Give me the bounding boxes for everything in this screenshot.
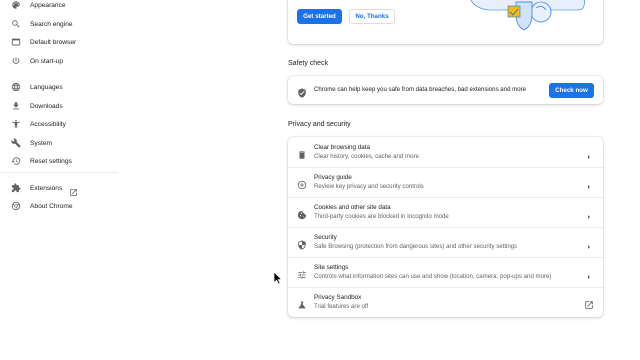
palette-icon <box>11 0 21 10</box>
row-title: Cookies and other site data <box>314 204 391 211</box>
shield-icon <box>297 237 307 250</box>
privacy-guide-row[interactable]: Privacy guide Review key privacy and sec… <box>288 167 603 197</box>
row-subtitle: Safe Browsing (protection from dangerous… <box>314 243 518 250</box>
security-row[interactable]: Security Safe Browsing (protection from … <box>288 227 603 257</box>
chevron-right-icon <box>585 238 593 249</box>
sidebar-item-label: Downloads <box>30 102 63 110</box>
sidebar-item-label: Extensions <box>30 184 63 192</box>
safety-check-description: Chrome can help keep you safe from data … <box>314 86 527 93</box>
sidebar-item-label: Languages <box>30 83 63 91</box>
power-icon <box>11 56 21 66</box>
sidebar-item-label: Appearance <box>30 1 66 9</box>
sidebar: Appearance Search engine Default browser… <box>0 0 120 360</box>
cookies-row[interactable]: Cookies and other site data Third-party … <box>288 197 603 227</box>
row-title: Site settings <box>314 264 349 271</box>
sidebar-item-label: Default browser <box>30 38 77 46</box>
row-title: Privacy guide <box>314 174 352 181</box>
sidebar-item-system[interactable]: System <box>0 134 118 152</box>
sidebar-item-label: On start-up <box>30 57 63 65</box>
mouse-cursor-icon <box>273 271 283 285</box>
trash-icon <box>297 147 307 159</box>
privacy-illustration <box>470 0 585 31</box>
row-title: Security <box>314 234 337 241</box>
compass-icon <box>297 177 307 190</box>
safety-check-heading: Safety check <box>288 60 329 67</box>
sidebar-item-search-engine[interactable]: Search engine <box>0 15 118 33</box>
row-title: Privacy Sandbox <box>314 294 362 301</box>
sidebar-item-downloads[interactable]: Downloads <box>0 97 118 115</box>
get-started-button[interactable]: Get started <box>297 9 342 24</box>
chevron-right-icon <box>585 148 593 159</box>
browser-icon <box>11 37 21 47</box>
sidebar-item-label: System <box>30 139 52 147</box>
clear-browsing-data-row[interactable]: Clear browsing data Clear history, cooki… <box>288 137 603 167</box>
row-subtitle: Review key privacy and security controls <box>314 183 424 190</box>
sidebar-item-languages[interactable]: Languages <box>0 78 118 96</box>
chevron-right-icon <box>585 208 593 219</box>
row-subtitle: Clear history, cookies, cache and more <box>314 153 419 160</box>
privacy-sandbox-row[interactable]: Privacy Sandbox Trial features are off <box>288 287 603 317</box>
row-title: Clear browsing data <box>314 144 371 151</box>
sidebar-item-about-chrome[interactable]: About Chrome <box>0 197 118 215</box>
chevron-right-icon <box>585 178 593 189</box>
globe-icon <box>11 82 21 92</box>
shield-check-icon <box>297 85 307 98</box>
sidebar-item-extensions[interactable]: Extensions <box>0 179 118 197</box>
privacy-security-heading: Privacy and security <box>288 121 351 128</box>
sidebar-item-default-browser[interactable]: Default browser <box>0 33 118 51</box>
row-subtitle: Trial features are off <box>314 303 369 310</box>
sidebar-item-label: Reset settings <box>30 157 72 165</box>
sidebar-item-appearance[interactable]: Appearance <box>0 0 118 14</box>
download-icon <box>11 101 21 111</box>
row-subtitle: Third-party cookies are blocked in Incog… <box>314 213 449 220</box>
puzzle-icon <box>11 183 21 193</box>
row-subtitle: Controls what information sites can use … <box>314 273 552 280</box>
site-settings-row[interactable]: Site settings Controls what information … <box>288 257 603 287</box>
chrome-icon <box>11 201 21 211</box>
sidebar-divider <box>0 172 118 173</box>
open-in-new-icon <box>584 297 594 309</box>
accessibility-icon <box>11 119 21 129</box>
cookie-icon <box>297 207 307 220</box>
flask-icon <box>297 297 307 309</box>
sidebar-item-label: Search engine <box>30 20 73 28</box>
sidebar-item-label: About Chrome <box>30 202 73 210</box>
check-now-button[interactable]: Check now <box>549 83 594 98</box>
no-thanks-button[interactable]: No, Thanks <box>349 9 395 24</box>
sidebar-item-label: Accessibility <box>30 120 66 128</box>
open-in-new-icon <box>69 184 78 196</box>
wrench-icon <box>11 138 21 148</box>
search-icon <box>11 19 21 29</box>
chevron-right-icon <box>585 268 593 279</box>
sidebar-item-reset-settings[interactable]: Reset settings <box>0 152 118 170</box>
history-icon <box>11 156 21 166</box>
sidebar-item-on-start-up[interactable]: On start-up <box>0 52 118 70</box>
sidebar-item-accessibility[interactable]: Accessibility <box>0 115 118 133</box>
sliders-icon <box>297 267 307 279</box>
